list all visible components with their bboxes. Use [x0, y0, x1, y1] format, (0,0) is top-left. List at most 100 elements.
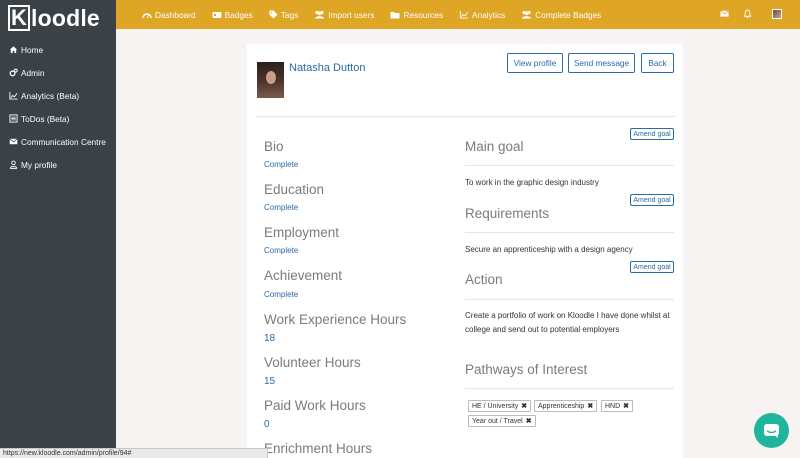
remove-tag-icon[interactable]: ✖ — [623, 402, 629, 410]
nav-badges-label: Badges — [224, 9, 253, 20]
view-profile-button[interactable]: View profile — [507, 53, 563, 73]
sidebar-item-admin[interactable]: Admin — [0, 61, 116, 84]
sidebar-item-home[interactable]: Home — [0, 38, 116, 61]
bio-status[interactable]: Complete — [264, 160, 298, 169]
dashboard-icon — [142, 12, 152, 18]
user-avatar[interactable] — [772, 9, 782, 19]
achievement-title: Achievement — [264, 268, 343, 283]
sidebar-item-label: Home — [21, 44, 44, 55]
work-experience-hours-title: Work Experience Hours — [264, 312, 407, 327]
user-icon — [9, 160, 18, 169]
chat-launcher[interactable] — [754, 413, 789, 448]
employment-status[interactable]: Complete — [264, 246, 298, 255]
bio-title: Bio — [264, 139, 284, 154]
nav-dashboard[interactable]: Dashboard — [142, 10, 196, 20]
pathways-title: Pathways of Interest — [465, 362, 588, 377]
sidebar-nav: Home Admin Analytics (Beta) ToDos (Beta)… — [0, 38, 116, 176]
top-bar: Dashboard Badges Tags Import users Resou… — [116, 0, 800, 29]
nav-analytics[interactable]: Analytics — [459, 10, 505, 20]
home-icon — [9, 46, 18, 54]
sidebar-item-todos[interactable]: ToDos (Beta) — [0, 107, 116, 130]
sidebar-item-label: My profile — [21, 159, 57, 170]
nav-dashboard-label: Dashboard — [155, 9, 196, 20]
volunteer-hours-value: 15 — [264, 376, 276, 387]
remove-tag-icon[interactable]: ✖ — [521, 402, 527, 410]
work-experience-hours-value: 18 — [264, 333, 276, 344]
nav-tags-label: Tags — [280, 9, 299, 20]
top-icons — [710, 0, 800, 29]
action-title: Action — [465, 272, 503, 287]
education-title: Education — [264, 182, 325, 197]
amend-goal-button[interactable]: Amend goal — [630, 128, 674, 140]
requirements-title: Requirements — [465, 206, 550, 221]
nav-import-users-label: Import users — [328, 9, 375, 20]
header-divider — [255, 116, 675, 117]
pathway-tag-label: Year out / Travel — [472, 417, 523, 425]
pathway-tag: HE / University ✖ — [468, 400, 532, 412]
action-divider — [465, 299, 674, 300]
nav-import-users[interactable]: Import users — [314, 10, 374, 20]
kloodle-logo[interactable]: K loodle — [8, 5, 100, 31]
sidebar-item-label: Analytics (Beta) — [21, 90, 80, 101]
achievement-status[interactable]: Complete — [264, 290, 298, 299]
chat-icon — [764, 423, 779, 438]
nav-resources[interactable]: Resources — [390, 10, 443, 20]
remove-tag-icon[interactable]: ✖ — [587, 402, 593, 410]
profile-name[interactable]: Natasha Dutton — [289, 62, 365, 74]
enrichment-hours-title: Enrichment Hours — [264, 441, 373, 456]
nav-resources-label: Resources — [403, 9, 444, 20]
sidebar-item-label: Communication Centre — [21, 136, 106, 147]
send-message-button[interactable]: Send message — [568, 53, 635, 73]
profile-photo — [257, 62, 284, 98]
envelope-icon[interactable] — [720, 9, 729, 18]
paid-work-hours-value: 0 — [264, 419, 270, 430]
sidebar-item-communication-centre[interactable]: Communication Centre — [0, 130, 116, 153]
sidebar-item-label: ToDos (Beta) — [21, 113, 70, 124]
sidebar-item-label: Admin — [21, 67, 45, 78]
logo-wordmark: loodle — [31, 4, 100, 31]
cogs-icon — [9, 68, 18, 77]
pathway-tag: Apprenticeship ✖ — [534, 400, 598, 412]
action-text: Create a portfolio of work on Kloodle I … — [465, 311, 670, 334]
requirements-text: Secure an apprenticeship with a design a… — [465, 245, 633, 254]
users-icon — [315, 10, 325, 19]
main-goal-text: To work in the graphic design industry — [465, 178, 599, 187]
bell-icon[interactable] — [743, 9, 752, 19]
tags-icon — [269, 10, 278, 19]
requirements-divider — [465, 232, 674, 233]
education-status[interactable]: Complete — [264, 203, 298, 212]
nav-complete-badges-label: Complete Badges — [535, 9, 602, 20]
line-chart-icon — [9, 91, 18, 100]
pathway-tag: Year out / Travel ✖ — [468, 415, 536, 427]
logo-k-box: K — [8, 5, 30, 31]
list-icon — [9, 114, 18, 123]
sidebar-item-analytics[interactable]: Analytics (Beta) — [0, 84, 116, 107]
pathway-tag-label: HE / University — [472, 402, 519, 410]
badges-icon — [212, 11, 222, 18]
employment-title: Employment — [264, 225, 340, 240]
main-goal-title: Main goal — [465, 139, 524, 154]
amend-requirements-button[interactable]: Amend goal — [630, 194, 674, 206]
folder-icon — [390, 11, 400, 18]
envelope-icon — [9, 138, 18, 145]
line-chart-icon — [459, 10, 469, 19]
pathway-tag-label: HND — [605, 402, 621, 410]
profile-card: Natasha Dutton View profile Send message… — [247, 44, 683, 458]
pathways-divider — [465, 388, 674, 389]
pathway-tag: HND ✖ — [601, 400, 634, 412]
sidebar: K loodle Home Admin Analytics (Beta) ToD… — [0, 0, 116, 458]
paid-work-hours-title: Paid Work Hours — [264, 398, 366, 413]
browser-status-bar: https://new.kloodle.com/admin/profile/94… — [0, 448, 268, 458]
users-icon — [522, 10, 532, 19]
nav-analytics-label: Analytics — [472, 9, 506, 20]
main-goal-divider — [465, 165, 674, 166]
nav-complete-badges[interactable]: Complete Badges — [521, 10, 601, 20]
sidebar-item-my-profile[interactable]: My profile — [0, 153, 116, 176]
nav-badges[interactable]: Badges — [212, 10, 253, 20]
pathway-tag-label: Apprenticeship — [538, 402, 585, 410]
top-nav: Dashboard Badges Tags Import users Resou… — [142, 0, 617, 29]
nav-tags[interactable]: Tags — [269, 9, 299, 20]
remove-tag-icon[interactable]: ✖ — [526, 417, 532, 425]
amend-action-button[interactable]: Amend goal — [630, 261, 674, 273]
back-button[interactable]: Back — [641, 53, 674, 73]
